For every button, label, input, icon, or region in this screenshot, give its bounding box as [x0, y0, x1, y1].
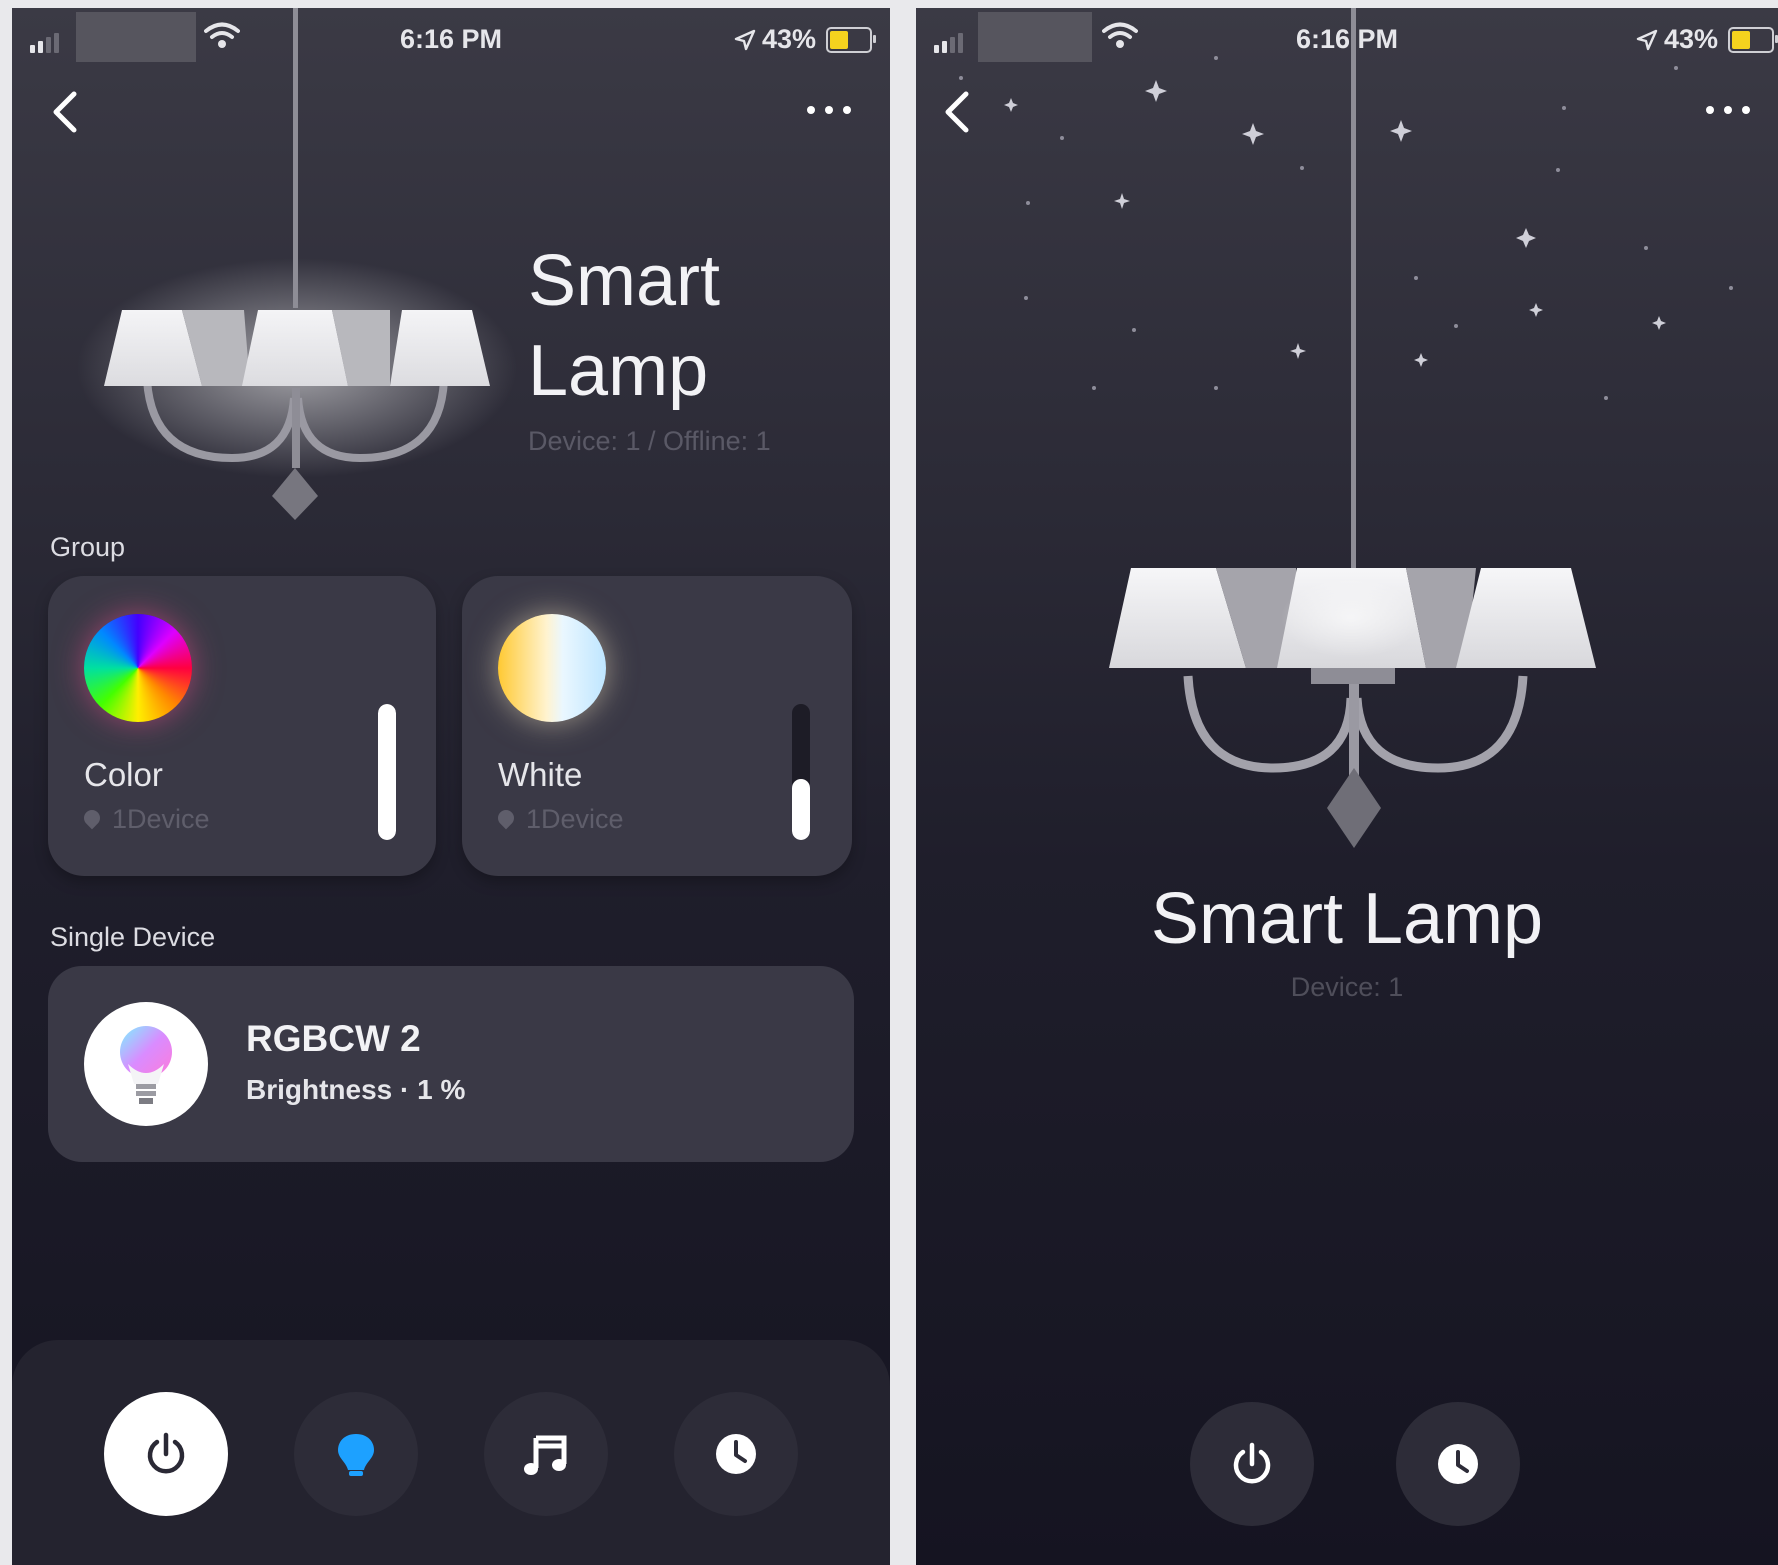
music-mode-button[interactable] [484, 1392, 608, 1516]
device-count-subtitle: Device: 1 [1290, 972, 1404, 1002]
group-card-title: Color [84, 756, 163, 793]
device-avatar [84, 1002, 208, 1126]
back-arrow-icon[interactable] [938, 88, 978, 136]
bottom-control-bar [12, 1340, 890, 1565]
rainbow-color-icon [84, 614, 192, 722]
clock-icon [1438, 1444, 1478, 1484]
lamp-title-line2: Lamp [528, 331, 709, 411]
battery-charging-icon [1728, 26, 1778, 53]
group-card-device-count: 1Device [112, 804, 210, 834]
power-button[interactable] [104, 1392, 228, 1516]
group-detail-screen: 6:16 PM 43% Smart Lamp Device: 1 / Offli… [12, 8, 890, 1565]
battery-charging-icon [826, 26, 876, 53]
bulb-mode-button[interactable] [294, 1392, 418, 1516]
brightness-slider-fill [378, 704, 396, 840]
bulb-icon [120, 1026, 172, 1104]
more-options-icon[interactable] [807, 106, 851, 114]
group-section-label: Group [50, 532, 126, 562]
group-card-meta: 1Device [498, 804, 624, 835]
lamp-title: Smart Lamp [1150, 879, 1544, 959]
location-pin-icon [84, 810, 100, 830]
single-device-section-label: Single Device [50, 922, 216, 952]
chandelier-illustration [1109, 8, 1596, 848]
music-icon [524, 1435, 567, 1475]
status-right: 43% [1636, 24, 1778, 55]
location-arrow-icon [1636, 29, 1658, 50]
device-card-rgbcw[interactable]: RGBCW 2 Brightness · 1 % [48, 966, 854, 1162]
battery-percent: 43% [1663, 24, 1718, 54]
device-name: RGBCW 2 [246, 1018, 421, 1059]
bulb-icon [338, 1434, 374, 1476]
screenshot-frame: 6:16 PM 43% Smart Lamp Device: 1 / Offli… [0, 0, 1778, 1565]
location-arrow-icon [734, 29, 756, 50]
group-card-color[interactable]: Color 1Device [48, 576, 436, 876]
status-right: 43% [734, 24, 876, 55]
power-icon [1233, 1442, 1271, 1484]
more-options-icon[interactable] [1706, 106, 1750, 114]
group-card-meta: 1Device [84, 804, 210, 835]
battery-percent: 43% [761, 24, 816, 54]
lamp-title-line1: Smart [528, 241, 721, 321]
schedule-button[interactable] [674, 1392, 798, 1516]
device-brightness: Brightness · 1 % [246, 1074, 466, 1105]
power-button[interactable] [1190, 1402, 1314, 1526]
group-card-white[interactable]: White 1Device [462, 576, 852, 876]
location-pin-icon [498, 810, 514, 830]
schedule-button[interactable] [1396, 1402, 1520, 1526]
lamp-detail-screen: 6:16 PM 43% Smart Lamp Device: 1 [916, 8, 1778, 1565]
warm-white-icon [498, 614, 606, 722]
group-card-device-count: 1Device [526, 804, 624, 834]
chandelier-illustration [77, 8, 517, 520]
power-icon [147, 1432, 185, 1474]
brightness-slider-fill [792, 778, 810, 840]
brightness-slider[interactable] [378, 704, 396, 840]
group-card-title: White [498, 756, 583, 793]
brightness-slider[interactable] [792, 704, 810, 840]
clock-icon [716, 1434, 756, 1474]
device-count-subtitle: Device: 1 / Offline: 1 [528, 426, 771, 456]
